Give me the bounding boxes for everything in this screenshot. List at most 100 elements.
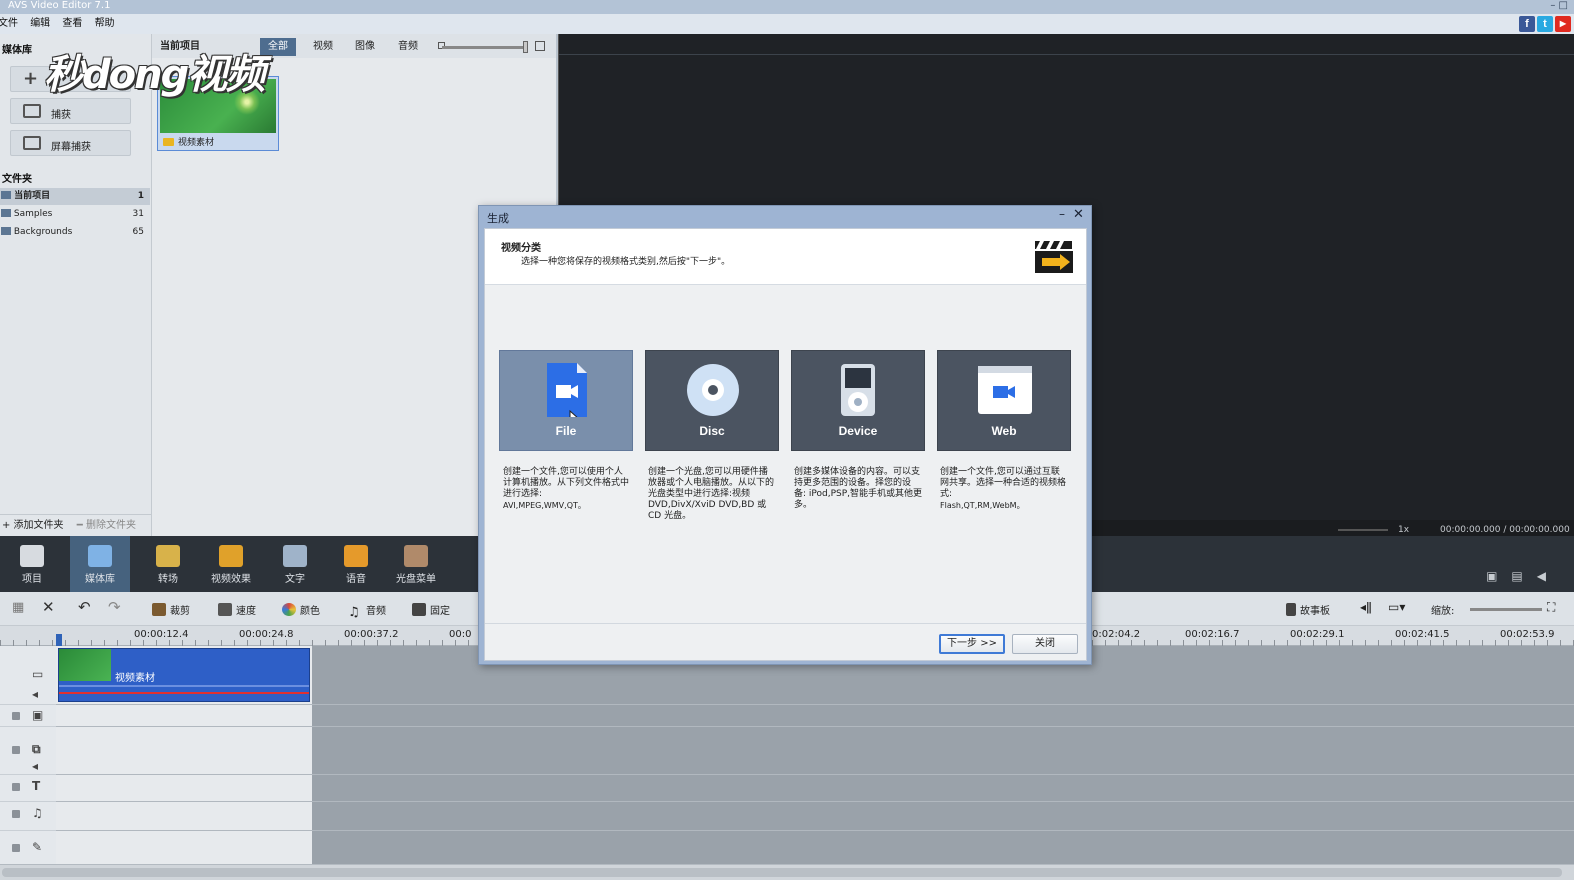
color-icon [282, 603, 296, 616]
speed-icon [218, 603, 232, 616]
close-button[interactable]: 关闭 [1012, 634, 1078, 654]
category-name: File [555, 424, 577, 438]
trim-button[interactable]: 裁剪 [152, 602, 190, 617]
lock-icon[interactable] [12, 844, 20, 852]
tool-transitions[interactable]: 转场 [138, 536, 198, 592]
thumbnail-size-slider[interactable] [442, 41, 528, 53]
youtube-icon[interactable]: ▶ [1555, 16, 1571, 32]
audio-button[interactable]: ♫ 音频 [348, 602, 386, 619]
lock-icon[interactable] [12, 746, 20, 754]
tool-label: 项目 [22, 574, 42, 585]
title-bar: AVS Video Editor 7.1 – □ [0, 0, 1574, 14]
minimize-icon[interactable]: – [1059, 207, 1065, 221]
camera-icon [23, 104, 41, 118]
folder-current-project[interactable]: 当前项目 1 [0, 188, 150, 205]
large-thumb-icon[interactable] [535, 41, 545, 51]
folder-icon [1, 191, 11, 199]
tab-all[interactable]: 全部 [260, 38, 296, 56]
facebook-icon[interactable]: f [1519, 16, 1535, 32]
watermark-logo: 秒dong视频 [44, 52, 265, 98]
window-title: AVS Video Editor 7.1 [8, 0, 111, 11]
tool-project[interactable]: 项目 [2, 536, 62, 592]
lock-icon[interactable] [12, 712, 20, 720]
tool-video-effects[interactable]: 视频效果 [201, 536, 261, 592]
dialog-subtitle: 选择一种您将保存的视频格式类别,然后按"下一步"。 [521, 257, 731, 267]
preview-seek-bar[interactable] [1338, 529, 1388, 531]
add-folder-button[interactable]: + 添加文件夹 [2, 520, 64, 531]
color-button[interactable]: 颜色 [282, 602, 320, 617]
audio-mute-icon[interactable]: ◂ [32, 688, 46, 700]
zoom-slider[interactable] [1470, 608, 1542, 611]
video-effects-icon [219, 545, 243, 567]
lock-icon[interactable] [12, 783, 20, 791]
menu-edit[interactable]: 编辑 [30, 14, 50, 34]
tool-voice[interactable]: 语音 [326, 536, 386, 592]
tab-image[interactable]: 图像 [347, 38, 383, 56]
menu-view[interactable]: 查看 [62, 14, 82, 34]
playback-speed[interactable]: 1x [1398, 525, 1409, 535]
monitor-icon [23, 136, 41, 150]
folder-samples[interactable]: Samples 31 [0, 206, 150, 223]
audio-levels-icon[interactable]: ◂ǁ [1360, 600, 1372, 614]
fit-to-window-icon[interactable]: ⛶ [1547, 600, 1555, 615]
undo-icon[interactable]: ↶ [78, 598, 91, 616]
slider-knob[interactable] [523, 41, 528, 53]
category-name: Device [838, 424, 878, 438]
twitter-icon[interactable]: t [1537, 16, 1553, 32]
video-track-icon: ▭ [32, 667, 44, 681]
audio-volume-line[interactable] [59, 692, 309, 694]
audio-note-icon: ♫ [348, 605, 360, 620]
timeline-tracks[interactable]: 视频素材 [56, 646, 1574, 864]
lane-divider [56, 704, 1574, 705]
voice-track-icon: ✎ [32, 840, 43, 854]
tool-disc-menu[interactable]: 光盘菜单 [386, 536, 446, 592]
lock-icon[interactable] [12, 810, 20, 818]
freeze-button[interactable]: 固定 [412, 602, 450, 617]
ruler-tick: 00:02:41.5 [1395, 629, 1450, 640]
trim-label: 裁剪 [170, 606, 190, 617]
select-all-icon[interactable]: ▦ [12, 600, 24, 615]
tool-text[interactable]: 文字 [265, 536, 325, 592]
speed-label: 速度 [236, 606, 256, 617]
capture-button[interactable]: 捕获 [10, 98, 131, 124]
folder-icon [1, 227, 11, 235]
folder-backgrounds[interactable]: Backgrounds 65 [0, 224, 150, 241]
category-disc[interactable]: Disc [645, 350, 779, 451]
preview-divider [559, 54, 1574, 55]
category-file[interactable]: File [499, 350, 633, 451]
category-web[interactable]: Web [937, 350, 1071, 451]
desc-formats: AVI,MPEG,WMV,QT。 [503, 501, 586, 510]
tab-video[interactable]: 视频 [305, 38, 341, 56]
overlay-track-icon: ⧉ [32, 742, 41, 756]
menu-bar: 文件 编辑 查看 帮助 [0, 14, 1574, 34]
capture-label: 捕获 [51, 110, 71, 121]
timeline-scrollbar[interactable] [0, 864, 1574, 880]
monitor-dropdown-icon[interactable]: ▭▾ [1388, 600, 1405, 614]
scrollbar-thumb[interactable] [2, 868, 1562, 877]
trim-icon [152, 603, 166, 616]
timeline-clip[interactable]: 视频素材 [58, 648, 310, 702]
desc-formats: Flash,QT,RM,WebM。 [940, 501, 1025, 510]
audio-mute-icon[interactable]: ◂ [32, 760, 46, 772]
category-device[interactable]: Device [791, 350, 925, 451]
redo-icon[interactable]: ↷ [108, 598, 121, 616]
preview-extra-controls[interactable]: ▣▤◀ [1486, 569, 1560, 583]
delete-folder-button[interactable]: ━ 删除文件夹 [77, 520, 136, 531]
storyboard-button[interactable]: 故事板 [1286, 602, 1330, 617]
disc-icon [687, 364, 739, 416]
menu-help[interactable]: 帮助 [95, 14, 115, 34]
tab-audio[interactable]: 音频 [390, 38, 426, 56]
tool-label: 视频效果 [211, 574, 251, 585]
next-button[interactable]: 下一步 >> [939, 634, 1005, 654]
delete-icon[interactable]: ✕ [42, 598, 55, 616]
text-icon [283, 545, 307, 567]
playhead[interactable] [56, 634, 62, 646]
close-icon[interactable]: ✕ [1073, 207, 1084, 222]
window-controls[interactable]: – □ [1550, 0, 1568, 12]
speed-button[interactable]: 速度 [218, 602, 256, 617]
text-track-icon: T [32, 779, 41, 793]
music-track-icon: ♫ [32, 806, 43, 820]
tool-media-library[interactable]: 媒体库 [70, 536, 130, 592]
screen-capture-button[interactable]: 屏幕捕获 [10, 130, 131, 156]
menu-file[interactable]: 文件 [0, 14, 18, 34]
